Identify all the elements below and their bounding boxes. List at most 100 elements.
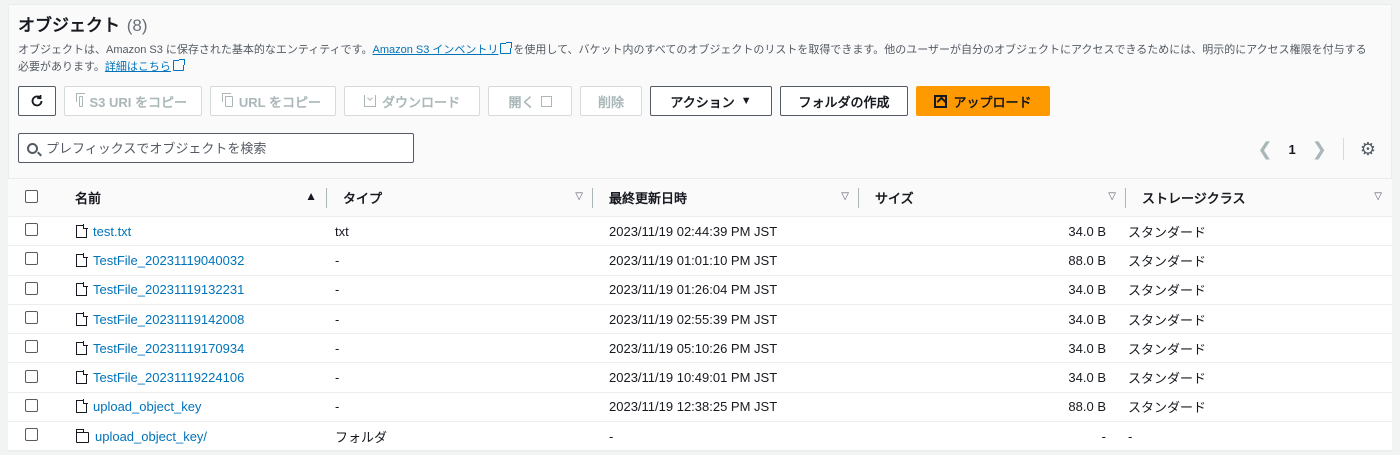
file-icon: [76, 340, 88, 355]
object-link[interactable]: TestFile_20231119142008: [76, 311, 326, 327]
size-cell: 34.0 B: [859, 333, 1126, 364]
object-name: TestFile_20231119132231: [93, 282, 245, 298]
select-all-cell: [8, 178, 57, 217]
type-cell: -: [327, 362, 593, 393]
storage-class-cell: スタンダード: [1126, 304, 1392, 335]
row-checkbox[interactable]: [25, 340, 38, 354]
modified-cell: 2023/11/19 12:38:25 PM JST: [593, 392, 859, 423]
delete-button[interactable]: 削除: [580, 86, 642, 116]
object-count: (8): [126, 16, 148, 35]
table-row[interactable]: upload_object_key - 2023/11/19 12:38:25 …: [8, 392, 1392, 423]
table-row[interactable]: TestFile_20231119132231 - 2023/11/19 01:…: [8, 275, 1392, 305]
column-header-modified[interactable]: 最終更新日時 ▽: [593, 178, 859, 217]
object-toolbar: S3 URI をコピー URL をコピー ダウンロード 開く 削除 アクション …: [18, 86, 1050, 116]
objects-table: 名前 ▲ タイプ ▽ 最終更新日時 ▽ サイズ ▽ ストレージクラス ▽ test.txt…: [8, 178, 1392, 452]
next-page-icon[interactable]: ❯: [1312, 139, 1327, 160]
modified-cell: 2023/11/19 02:44:39 PM JST: [593, 216, 859, 247]
table-row[interactable]: TestFile_20231119170934 - 2023/11/19 05:…: [8, 333, 1392, 364]
open-label: 開く: [508, 94, 535, 110]
object-link[interactable]: upload_object_key: [76, 399, 326, 414]
folder-link[interactable]: upload_object_key/: [75, 428, 326, 444]
object-link[interactable]: TestFile_20231119170934: [76, 340, 326, 356]
storage-class-cell: スタンダード: [1126, 392, 1392, 423]
size-cell: 34.0 B: [859, 275, 1126, 305]
storage-class-cell: スタンダード: [1126, 216, 1392, 247]
object-link[interactable]: test.txt: [76, 223, 326, 239]
table-row[interactable]: test.txt txt 2023/11/19 02:44:39 PM JST …: [8, 216, 1392, 247]
create-folder-button[interactable]: フォルダの作成: [780, 86, 908, 116]
type-cell: -: [327, 245, 593, 276]
select-all-checkbox[interactable]: [25, 189, 38, 203]
row-checkbox[interactable]: [25, 398, 38, 412]
external-link-icon: [172, 59, 185, 71]
row-checkbox[interactable]: [25, 428, 38, 442]
upload-icon: [934, 94, 948, 108]
column-header-type[interactable]: タイプ ▽: [327, 178, 593, 217]
row-checkbox[interactable]: [25, 311, 38, 325]
size-cell: 34.0 B: [859, 304, 1126, 335]
objects-header: オブジェクト (8) オブジェクトは、Amazon S3 に保存された基本的なエ…: [18, 14, 1382, 76]
object-link[interactable]: TestFile_20231119040032: [76, 252, 326, 268]
search-icon: [27, 142, 38, 154]
table-row[interactable]: TestFile_20231119142008 - 2023/11/19 02:…: [8, 304, 1392, 335]
gear-icon[interactable]: ⚙: [1360, 139, 1376, 160]
file-icon: [76, 311, 88, 326]
refresh-icon: [31, 95, 43, 107]
folder-icon: [75, 428, 89, 443]
column-header-size[interactable]: サイズ ▽: [859, 178, 1126, 217]
modified-cell: 2023/11/19 10:49:01 PM JST: [593, 362, 859, 393]
external-link-icon: [540, 95, 552, 107]
caret-down-icon: ▼: [740, 95, 752, 107]
copy-s3-uri-button[interactable]: S3 URI をコピー: [64, 86, 202, 116]
page-title: オブジェクト (8): [18, 14, 1382, 38]
upload-button[interactable]: アップロード: [916, 86, 1050, 116]
row-checkbox[interactable]: [25, 281, 38, 295]
copy-url-button[interactable]: URL をコピー: [210, 86, 336, 116]
row-checkbox[interactable]: [25, 252, 38, 266]
upload-label: アップロード: [953, 94, 1032, 110]
size-cell: 34.0 B: [859, 362, 1126, 393]
type-cell: -: [327, 304, 593, 335]
object-link[interactable]: TestFile_20231119224106: [76, 370, 326, 385]
file-icon: [76, 399, 88, 414]
title-text: オブジェクト: [18, 16, 120, 35]
learn-more-link[interactable]: 詳細はこちら: [105, 61, 171, 73]
object-name: test.txt: [93, 223, 132, 239]
file-icon: [76, 223, 88, 238]
search-input[interactable]: [44, 139, 413, 157]
object-name: upload_object_key/: [95, 428, 208, 444]
modified-cell: 2023/11/19 01:26:04 PM JST: [593, 275, 859, 305]
type-cell: txt: [327, 216, 593, 247]
type-cell: -: [327, 392, 593, 423]
actions-dropdown[interactable]: アクション ▼: [650, 86, 772, 116]
delete-label: 削除: [597, 94, 624, 110]
storage-class-cell: スタンダード: [1126, 275, 1392, 305]
copy-icon: [222, 92, 233, 107]
open-button[interactable]: 開く: [488, 86, 572, 116]
current-page[interactable]: 1: [1289, 142, 1296, 157]
table-row[interactable]: TestFile_20231119040032 - 2023/11/19 01:…: [8, 245, 1392, 276]
copy-url-label: URL をコピー: [238, 94, 321, 110]
object-link[interactable]: TestFile_20231119132231: [76, 282, 326, 297]
download-label: ダウンロード: [381, 94, 460, 110]
object-name: TestFile_20231119040032: [93, 252, 245, 268]
modified-cell: 2023/11/19 02:55:39 PM JST: [593, 304, 859, 335]
row-checkbox[interactable]: [25, 369, 38, 383]
size-cell: 34.0 B: [859, 216, 1126, 247]
actions-label: アクション: [670, 94, 735, 110]
row-checkbox[interactable]: [25, 223, 38, 237]
modified-cell: 2023/11/19 01:01:10 PM JST: [593, 245, 859, 276]
column-storage-label: ストレージクラス: [1142, 191, 1246, 206]
download-button[interactable]: ダウンロード: [344, 86, 480, 116]
size-cell: 88.0 B: [859, 392, 1126, 423]
table-row[interactable]: upload_object_key/ フォルダ - - -: [8, 421, 1392, 452]
column-header-name[interactable]: 名前 ▲: [57, 178, 327, 217]
previous-page-icon[interactable]: ❮: [1257, 139, 1272, 160]
table-row[interactable]: TestFile_20231119224106 - 2023/11/19 10:…: [8, 362, 1392, 393]
refresh-button[interactable]: [18, 86, 56, 116]
column-header-storage-class[interactable]: ストレージクラス ▽: [1126, 178, 1392, 217]
column-type-label: タイプ: [343, 191, 383, 206]
inventory-link[interactable]: Amazon S3 インベントリ: [373, 44, 499, 56]
size-cell: -: [859, 421, 1126, 452]
file-icon: [76, 370, 88, 385]
